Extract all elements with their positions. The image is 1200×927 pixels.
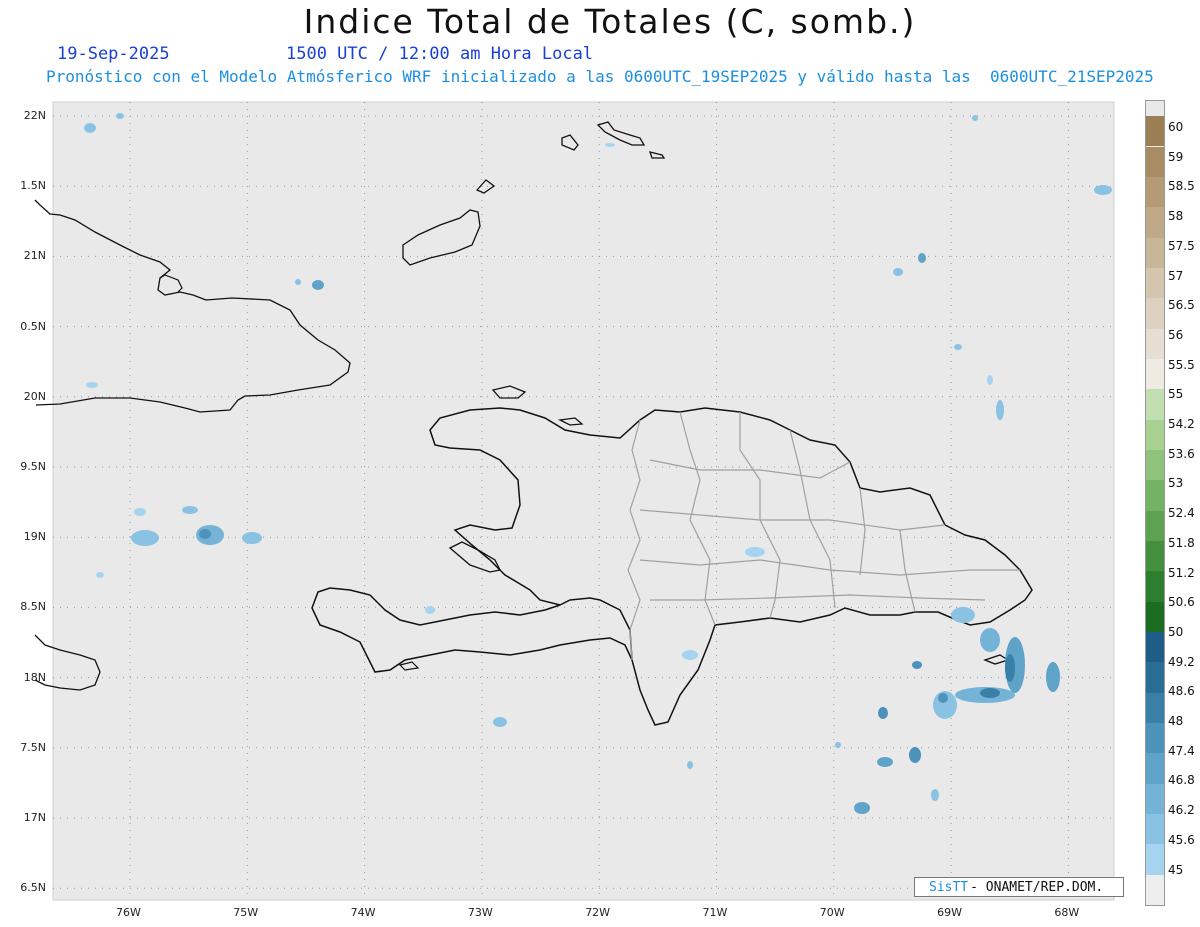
colorbar-label: 49.2 [1168, 654, 1195, 669]
lon-label: 73W [467, 906, 493, 919]
colorbar-label: 56 [1168, 327, 1184, 342]
lat-label: 17N [23, 811, 46, 824]
colorbar-segment [1146, 722, 1164, 754]
colorbar-segment [1146, 176, 1164, 208]
colorbar-segment [1146, 813, 1164, 845]
colorbar-segment [1146, 631, 1164, 663]
lon-label: 72W [585, 906, 611, 919]
map-area [52, 101, 1115, 901]
lat-label: 21N [23, 249, 46, 263]
credit-text: - ONAMET/REP.DOM. [970, 879, 1104, 895]
colorbar-segment [1146, 692, 1164, 723]
colorbar-label: 48 [1168, 714, 1184, 728]
colorbar-label: 53 [1168, 476, 1184, 491]
lat-label: 22N [23, 109, 46, 122]
colorbar [1145, 100, 1165, 906]
lon-label: 76W [116, 906, 141, 919]
lon-label: 71W [702, 906, 728, 919]
lat-label: 7.5N [20, 740, 46, 754]
colorbar-segment [1146, 783, 1164, 814]
colorbar-segment [1146, 662, 1164, 693]
colorbar-label: 58 [1168, 209, 1184, 224]
colorbar-segment [1146, 146, 1164, 177]
colorbar-label: 58.5 [1168, 179, 1195, 194]
colorbar-label: 54.2 [1168, 417, 1195, 431]
credit-box: SisTT - ONAMET/REP.DOM. [914, 877, 1124, 897]
colorbar-label: 57.5 [1168, 238, 1195, 253]
lat-label: 0.5N [20, 319, 46, 333]
colorbar-label: 59 [1168, 149, 1184, 164]
credit-brand: SisTT [929, 879, 969, 895]
colorbar-label: 51.8 [1168, 535, 1195, 550]
colorbar-segment [1146, 237, 1164, 268]
colorbar-label: 56.5 [1168, 298, 1195, 313]
colorbar-label: 57 [1168, 268, 1184, 283]
colorbar-segment [1146, 298, 1164, 329]
colorbar-label: 45 [1168, 862, 1184, 877]
lat-label: 18N [23, 670, 46, 684]
colorbar-label: 47.4 [1168, 743, 1195, 758]
lon-label: 69W [937, 906, 962, 919]
colorbar-segment [1146, 389, 1164, 420]
colorbar-segment [1146, 116, 1164, 147]
lat-label: 8.5N [20, 600, 46, 614]
colorbar-segment [1146, 540, 1164, 572]
colorbar-segment [1146, 449, 1164, 481]
colorbar-label: 53.6 [1168, 446, 1195, 461]
lat-label: 1.5N [20, 179, 46, 193]
colorbar-segment [1146, 844, 1164, 875]
colorbar-label: 50.6 [1168, 595, 1195, 610]
lon-label: 75W [233, 906, 259, 919]
colorbar-segment [1146, 267, 1164, 299]
colorbar-segment [1146, 328, 1164, 359]
colorbar-label: 48.6 [1168, 684, 1195, 699]
colorbar-label: 60 [1168, 120, 1184, 134]
colorbar-segment [1146, 358, 1164, 390]
colorbar-segment [1146, 753, 1164, 784]
colorbar-segment [1146, 480, 1164, 511]
colorbar-label: 55 [1168, 387, 1184, 402]
colorbar-label: 50 [1168, 624, 1184, 639]
colorbar-segment [1146, 207, 1164, 238]
colorbar-label: 46.2 [1168, 803, 1195, 818]
lat-label: 6.5N [20, 881, 46, 895]
colorbar-label: 51.2 [1168, 565, 1195, 580]
colorbar-label: 46.8 [1168, 773, 1195, 788]
colorbar-segment [1146, 601, 1164, 632]
colorbar-segment [1146, 419, 1164, 450]
lat-label: 20N [23, 389, 46, 403]
colorbar-segment [1146, 571, 1164, 602]
colorbar-segment [1146, 510, 1164, 541]
lat-label: 19N [23, 530, 46, 544]
lat-label: 9.5N [20, 460, 46, 473]
colorbar-label: 45.6 [1168, 832, 1195, 847]
colorbar-label: 52.4 [1168, 506, 1195, 521]
lon-label: 68W [1054, 906, 1080, 919]
lon-label: 70W [819, 906, 845, 919]
colorbar-label: 55.5 [1168, 357, 1195, 372]
weather-map [34, 101, 1115, 901]
lon-label: 74W [350, 906, 376, 919]
